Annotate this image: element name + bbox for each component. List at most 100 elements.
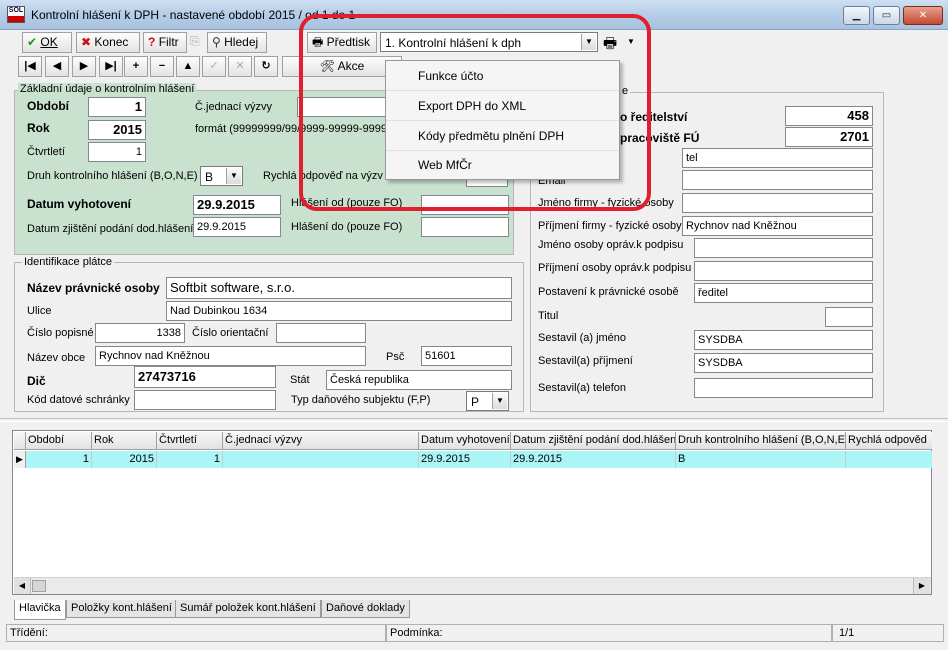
rok-label: Rok <box>27 121 50 135</box>
tab-danove-doklady[interactable]: Daňové doklady <box>321 600 410 618</box>
scroll-thumb[interactable] <box>32 580 46 592</box>
table-row-cell[interactable]: 29.9.2015 <box>511 451 676 468</box>
delete-record-button[interactable]: − <box>150 56 174 77</box>
prijmeni-opr-label: Příjmení osoby opráv.k podpisu <box>538 262 692 274</box>
grid-header-cj[interactable]: Č.jednací výzvy <box>223 432 419 450</box>
obdobi-field[interactable]: 1 <box>88 97 146 117</box>
grid-header-datum-zj[interactable]: Datum zjištění podání dod.hlášení <box>511 432 676 450</box>
cross-icon: ✖ <box>81 35 92 49</box>
obec-field[interactable]: Rychnov nad Kněžnou <box>95 346 366 366</box>
filtr-button[interactable]: ? Filtr <box>143 32 187 53</box>
basic-info-title: Základní údaje o kontrolním hlášení <box>18 83 197 95</box>
nazev-field[interactable]: Softbit software, s.r.o. <box>166 277 512 299</box>
typ-select[interactable]: P ▼ <box>466 391 509 411</box>
table-row-cell[interactable] <box>223 451 419 468</box>
records-grid[interactable]: Období Rok Čtvrtletí Č.jednací výzvy Dat… <box>12 430 932 595</box>
refresh-button[interactable]: ↻ <box>254 56 278 77</box>
payer-title: Identifikace plátce <box>22 256 115 268</box>
copy-icon: ⎘ <box>190 34 200 48</box>
chevron-down-icon[interactable]: ▼ <box>226 168 241 184</box>
prior-record-button[interactable]: ◀ <box>45 56 69 77</box>
postaveni-label: Postavení k právnické osobě <box>538 286 679 298</box>
grid-header-druh[interactable]: Druh kontrolního hlášení (B,O,N,E) <box>676 432 846 450</box>
minimize-button[interactable]: ▁ <box>843 6 870 25</box>
postaveni-field[interactable]: ředitel <box>694 283 873 303</box>
ok-button[interactable]: ✔ OK <box>22 32 72 53</box>
table-row-cell[interactable]: 29.9.2015 <box>419 451 511 468</box>
table-row-cell[interactable]: 1 <box>26 451 92 468</box>
sest-prijmeni-field[interactable]: SYSDBA <box>694 353 873 373</box>
stat-label: Stát <box>290 374 310 386</box>
table-row-cell[interactable]: 2015 <box>92 451 157 468</box>
datum-vyh-label: Datum vyhotovení <box>27 197 132 211</box>
reditelstvi-field[interactable]: 458 <box>785 106 873 126</box>
datova-field[interactable] <box>134 390 276 410</box>
question-icon: ? <box>148 35 156 49</box>
datova-label: Kód datové schránky <box>27 394 130 406</box>
scroll-left-icon[interactable]: ◀ <box>14 578 31 594</box>
check-icon: ✔ <box>27 35 38 49</box>
datum-vyh-field[interactable]: 29.9.2015 <box>193 195 281 215</box>
ulice-field[interactable]: Nad Dubinkou 1634 <box>166 301 512 321</box>
co-label: Číslo orientační <box>192 327 269 339</box>
chevron-down-icon[interactable]: ▼ <box>492 393 507 409</box>
cp-field[interactable]: 1338 <box>95 323 185 343</box>
grid-header-datum-vyh[interactable]: Datum vyhotovení <box>419 432 511 450</box>
ulice-label: Ulice <box>27 305 52 317</box>
sest-tel-field[interactable] <box>694 378 873 398</box>
horizontal-scrollbar[interactable]: ◀ ▶ <box>14 577 931 594</box>
jmeno-firmy-field[interactable] <box>682 193 873 213</box>
status-trideni: Třídění: <box>6 624 386 642</box>
telefon-field[interactable]: tel <box>682 148 873 168</box>
grid-indicator-header <box>14 432 26 450</box>
prijmeni-opr-field[interactable] <box>694 261 873 281</box>
sest-tel-label: Sestavil(a) telefon <box>538 382 627 394</box>
sest-jmeno-field[interactable]: SYSDBA <box>694 330 873 350</box>
dic-field[interactable]: 27473716 <box>134 366 276 388</box>
titul-label: Titul <box>538 310 559 322</box>
typ-label: Typ daňového subjektu (F,P) <box>291 394 431 406</box>
status-page-info: 1/1 <box>832 624 944 642</box>
cancel-record-button[interactable]: ✕ <box>228 56 252 77</box>
druh-select[interactable]: B ▼ <box>200 166 243 186</box>
grid-header-rok[interactable]: Rok <box>92 432 157 450</box>
hledej-button[interactable]: ⚲ Hledej <box>207 32 267 53</box>
table-row-cell[interactable]: 1 <box>157 451 223 468</box>
sest-jmeno-label: Sestavil (a) jméno <box>538 332 627 344</box>
insert-record-button[interactable]: + <box>124 56 148 77</box>
obdobi-label: Období <box>27 99 69 113</box>
post-record-button[interactable]: ✓ <box>202 56 226 77</box>
hlaseni-do-label: Hlášení do (pouze FO) <box>291 221 403 233</box>
scroll-right-icon[interactable]: ▶ <box>913 578 930 594</box>
tab-polozky[interactable]: Položky kont.hlášení <box>66 600 177 618</box>
tab-hlavicka[interactable]: Hlavička <box>14 600 66 620</box>
datum-zj-field[interactable]: 29.9.2015 <box>193 217 281 237</box>
ctvrtleti-field[interactable]: 1 <box>88 142 146 162</box>
co-field[interactable] <box>276 323 366 343</box>
titul-field[interactable] <box>825 307 873 327</box>
grid-header-ctvrtleti[interactable]: Čtvrtletí <box>157 432 223 450</box>
table-row-cell[interactable] <box>846 451 932 468</box>
first-record-button[interactable]: |◀ <box>18 56 42 77</box>
close-button[interactable]: ✕ <box>903 6 943 25</box>
grid-header-obdobi[interactable]: Období <box>26 432 92 450</box>
grid-header-rychla[interactable]: Rychlá odpověd <box>846 432 932 450</box>
jmeno-opr-label: Jméno osoby opráv.k podpisu <box>538 239 684 251</box>
maximize-button[interactable]: ▭ <box>873 6 900 25</box>
konec-button[interactable]: ✖ Konec <box>76 32 140 53</box>
hlaseni-do-field[interactable] <box>421 217 509 237</box>
email-field[interactable] <box>682 170 873 190</box>
pracoviste-field[interactable]: 2701 <box>785 127 873 147</box>
stat-field[interactable]: Česká republika <box>326 370 512 390</box>
app-logo-icon: SOL <box>7 6 25 23</box>
edit-record-button[interactable]: ▲ <box>176 56 200 77</box>
last-record-button[interactable]: ▶| <box>99 56 123 77</box>
prijmeni-firmy-field[interactable]: Rychnov nad Kněžnou <box>682 216 873 236</box>
jmeno-opr-field[interactable] <box>694 238 873 258</box>
next-record-button[interactable]: ▶ <box>72 56 96 77</box>
psc-field[interactable]: 51601 <box>421 346 512 366</box>
tab-sumar[interactable]: Sumář položek kont.hlášení <box>175 600 321 618</box>
table-row-cell[interactable]: B <box>676 451 846 468</box>
splitter[interactable] <box>0 418 948 422</box>
rok-field[interactable]: 2015 <box>88 120 146 140</box>
